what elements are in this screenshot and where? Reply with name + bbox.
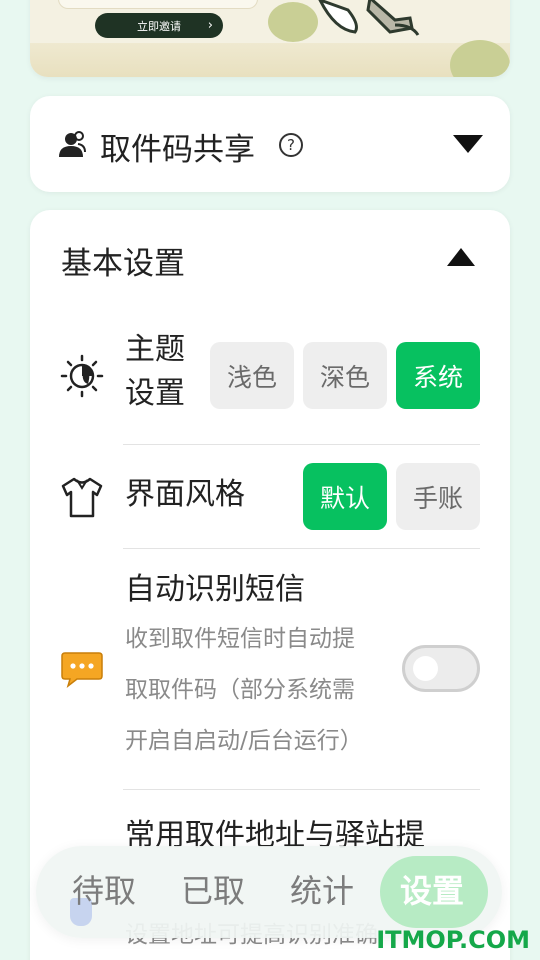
toggle-knob — [413, 656, 438, 681]
nav-tab-settings[interactable]: 设置 — [400, 866, 464, 912]
invite-banner[interactable]: 立即邀请 › — [30, 0, 510, 77]
collapse-triangle-icon[interactable] — [447, 248, 475, 266]
invite-button-label: 立即邀请 — [137, 19, 181, 33]
theme-option-light[interactable]: 浅色 — [210, 342, 294, 409]
divider — [123, 548, 480, 549]
sms-recognition-label: 自动识别短信 — [125, 572, 305, 607]
ui-style-option-journal[interactable]: 手账 — [396, 463, 480, 530]
theme-option-dark[interactable]: 深色 — [303, 342, 387, 409]
pickup-code-share-card[interactable]: 取件码共享 ? — [30, 96, 510, 192]
theme-label: 主题 设置 — [125, 328, 185, 415]
message-icon — [61, 652, 103, 688]
theme-option-system[interactable]: 系统 — [396, 342, 480, 409]
sms-desc-line1: 收到取件短信时自动提 — [125, 626, 355, 652]
ui-style-label: 界面风格 — [125, 477, 245, 512]
expand-triangle-icon[interactable] — [453, 135, 483, 153]
sms-recognition-description: 收到取件短信时自动提 取取件码（部分系统需 开启自启动/后台运行） — [125, 614, 395, 767]
sms-desc-line2: 取取件码（部分系统需 — [125, 677, 355, 703]
chevron-right-icon: › — [207, 18, 213, 33]
nav-tab-pending[interactable]: 待取 — [72, 866, 136, 912]
divider — [123, 444, 480, 445]
nav-tab-stats[interactable]: 统计 — [290, 866, 354, 912]
help-icon[interactable]: ? — [279, 133, 303, 157]
theme-label-line1: 主题 — [125, 332, 185, 367]
sms-desc-line3: 开启自启动/后台运行） — [125, 728, 363, 754]
walking-figure-illustration — [318, 0, 420, 36]
share-users-icon — [59, 131, 86, 157]
nav-tab-picked[interactable]: 已取 — [181, 866, 245, 912]
theme-sun-moon-icon — [60, 354, 104, 398]
sms-recognition-toggle[interactable] — [402, 645, 480, 692]
share-card-title: 取件码共享 — [100, 132, 255, 168]
basic-settings-title: 基本设置 — [61, 246, 185, 282]
invite-button[interactable]: 立即邀请 › — [95, 13, 223, 38]
banner-ground — [30, 43, 510, 77]
ui-style-option-default[interactable]: 默认 — [303, 463, 387, 530]
divider — [123, 789, 480, 790]
banner-text-pill — [58, 0, 258, 9]
watermark: ITMOP.COM — [376, 926, 530, 954]
tshirt-icon — [61, 477, 103, 518]
bottom-navigation: 待取 已取 统计 设置 — [36, 846, 502, 938]
theme-label-line2: 设置 — [125, 375, 185, 411]
